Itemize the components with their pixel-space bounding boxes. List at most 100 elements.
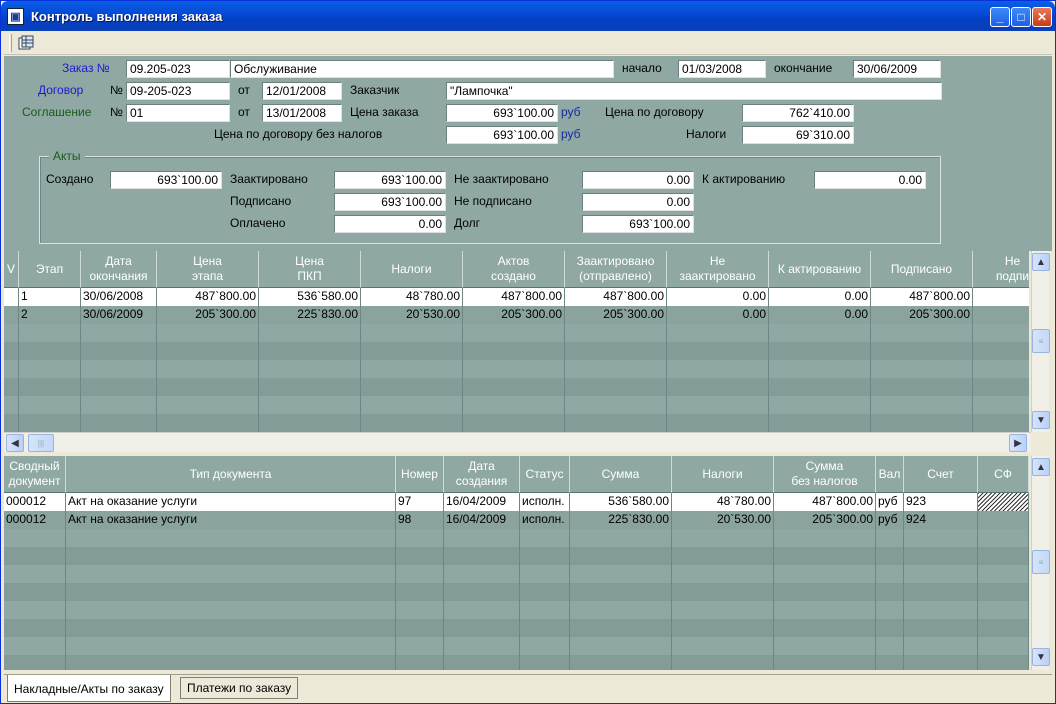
stages-header-10[interactable]: Подписано xyxy=(871,251,973,288)
acts-activated-field[interactable]: 693`100.00 xyxy=(334,171,446,189)
stages-cell[interactable]: 0.00 xyxy=(667,306,769,324)
acts-paid-field[interactable]: 0.00 xyxy=(334,215,446,233)
contract-date-field[interactable]: 12/01/2008 xyxy=(262,82,342,100)
docs-cell[interactable]: 225`830.00 xyxy=(570,511,672,529)
docs-scroll-up-icon[interactable]: ▲ xyxy=(1032,458,1050,476)
stages-table-row[interactable]: 1 30/06/2008 487`800.00 536`580.00 48`780.00… xyxy=(4,288,1029,306)
scroll-down-icon[interactable]: ▼ xyxy=(1032,411,1050,429)
close-button[interactable]: ✕ xyxy=(1032,7,1052,27)
stages-cell[interactable] xyxy=(973,306,1029,324)
docs-header-5[interactable]: Сумма xyxy=(570,456,672,493)
stages-cell[interactable]: 205`300.00 xyxy=(871,306,973,324)
stages-header-2[interactable]: Дата окончания xyxy=(81,251,157,288)
docs-header-2[interactable]: Номер xyxy=(396,456,444,493)
docs-header-9[interactable]: Счет xyxy=(904,456,978,493)
docs-cell[interactable]: исполн. xyxy=(520,511,570,529)
acts-signed-field[interactable]: 693`100.00 xyxy=(334,193,446,211)
docs-cell[interactable]: руб xyxy=(876,493,904,511)
docs-header-4[interactable]: Статус xyxy=(520,456,570,493)
order-name-field[interactable]: Обслуживание xyxy=(230,60,614,78)
stages-cell[interactable]: 0.00 xyxy=(667,288,769,306)
docs-cell[interactable]: 205`300.00 xyxy=(774,511,876,529)
docs-cell[interactable]: 487`800.00 xyxy=(774,493,876,511)
docs-cell[interactable]: 16/04/2009 xyxy=(444,493,520,511)
stages-cell[interactable]: 0.00 xyxy=(769,306,871,324)
docs-cell[interactable]: руб xyxy=(876,511,904,529)
docs-cell[interactable]: 97 xyxy=(396,493,444,511)
docs-table-row[interactable]: 000012 Акт на оказание услуги 98 16/04/2009… xyxy=(4,511,1029,529)
docs-cell[interactable]: 98 xyxy=(396,511,444,529)
scroll-left-icon[interactable]: ◀ xyxy=(6,434,24,452)
stages-cell[interactable]: 487`800.00 xyxy=(157,288,259,306)
stages-cell[interactable]: 48`780.00 xyxy=(361,288,463,306)
title-bar[interactable]: ▣ Контроль выполнения заказа _ □ ✕ xyxy=(1,1,1055,31)
docs-cell[interactable]: 924 xyxy=(904,511,978,529)
stages-header-6[interactable]: Актов создано xyxy=(463,251,565,288)
contract-number-field[interactable]: 09-205-023 xyxy=(126,82,230,100)
stages-cell[interactable]: 536`580.00 xyxy=(259,288,361,306)
stages-cell[interactable]: 487`800.00 xyxy=(871,288,973,306)
order-number-field[interactable]: 09.205-023 xyxy=(126,60,230,78)
docs-cell[interactable] xyxy=(978,493,1029,511)
acts-to-activate-field[interactable]: 0.00 xyxy=(814,171,926,189)
docs-cell[interactable]: исполн. xyxy=(520,493,570,511)
docs-cell[interactable]: 923 xyxy=(904,493,978,511)
start-date-field[interactable]: 01/03/2008 xyxy=(678,60,766,78)
tab-invoices-acts[interactable]: Накладные/Акты по заказу xyxy=(7,675,171,702)
h-scroll-thumb[interactable]: ||| xyxy=(28,434,54,452)
stages-cell[interactable]: 0.00 xyxy=(769,288,871,306)
stages-cell[interactable]: 205`300.00 xyxy=(565,306,667,324)
stages-cell[interactable]: 2 xyxy=(19,306,81,324)
docs-header-8[interactable]: Вал xyxy=(876,456,904,493)
contract-price-field[interactable]: 762`410.00 xyxy=(742,104,854,122)
stages-header-1[interactable]: Этап xyxy=(19,251,81,288)
docs-header-1[interactable]: Тип документа xyxy=(66,456,396,493)
stages-header-8[interactable]: Не заактировано xyxy=(667,251,769,288)
docs-cell[interactable]: Акт на оказание услуги xyxy=(66,511,396,529)
stages-cell[interactable]: 225`830.00 xyxy=(259,306,361,324)
stages-grid[interactable]: V Этап Дата окончания Цена этапа Цена ПКП Нал… xyxy=(4,251,1029,432)
stages-cell[interactable]: 487`800.00 xyxy=(565,288,667,306)
stages-cell[interactable]: 20`530.00 xyxy=(361,306,463,324)
scroll-right-icon[interactable]: ▶ xyxy=(1009,434,1027,452)
stages-header-0[interactable]: V xyxy=(4,251,19,288)
stages-cell[interactable] xyxy=(4,306,19,324)
acts-not-activated-field[interactable]: 0.00 xyxy=(582,171,694,189)
stages-cell[interactable]: 1 xyxy=(19,288,81,306)
docs-scroll-down-icon[interactable]: ▼ xyxy=(1032,648,1050,666)
stages-cell[interactable] xyxy=(973,288,1029,306)
order-price-field[interactable]: 693`100.00 xyxy=(446,104,558,122)
tab-payments[interactable]: Платежи по заказу xyxy=(180,677,299,699)
stages-cell[interactable]: 205`300.00 xyxy=(463,306,565,324)
docs-header-0[interactable]: Сводный документ xyxy=(4,456,66,493)
stages-header-7[interactable]: Заактировано (отправлено) xyxy=(565,251,667,288)
docs-cell[interactable]: 536`580.00 xyxy=(570,493,672,511)
stages-cell[interactable]: 205`300.00 xyxy=(157,306,259,324)
acts-debt-field[interactable]: 693`100.00 xyxy=(582,215,694,233)
docs-header-10[interactable]: СФ xyxy=(978,456,1029,493)
stages-table-row[interactable]: 2 30/06/2009 205`300.00 225`830.00 20`530.00… xyxy=(4,306,1029,324)
docs-table-row[interactable]: 000012 Акт на оказание услуги 97 16/04/2009… xyxy=(4,493,1029,511)
acts-created-field[interactable]: 693`100.00 xyxy=(110,171,222,189)
stages-cell[interactable] xyxy=(4,288,19,306)
docs-cell[interactable]: Акт на оказание услуги xyxy=(66,493,396,511)
docs-cell[interactable]: 20`530.00 xyxy=(672,511,774,529)
docs-header-3[interactable]: Дата создания xyxy=(444,456,520,493)
agreement-date-field[interactable]: 13/01/2008 xyxy=(262,104,342,122)
acts-not-signed-field[interactable]: 0.00 xyxy=(582,193,694,211)
docs-cell[interactable]: 16/04/2009 xyxy=(444,511,520,529)
scroll-up-icon[interactable]: ▲ xyxy=(1032,253,1050,271)
docs-cell[interactable] xyxy=(978,511,1029,529)
docs-header-6[interactable]: Налоги xyxy=(672,456,774,493)
documents-vertical-scrollbar[interactable]: ▲ ≡ ▼ xyxy=(1031,456,1050,670)
toolbar-grip[interactable] xyxy=(9,34,12,52)
taxes-field[interactable]: 69`310.00 xyxy=(742,126,854,144)
docs-header-7[interactable]: Сумма без налогов xyxy=(774,456,876,493)
end-date-field[interactable]: 30/06/2009 xyxy=(853,60,941,78)
stages-header-5[interactable]: Налоги xyxy=(361,251,463,288)
grid-icon[interactable] xyxy=(16,34,36,52)
customer-field[interactable]: "Лампочка" xyxy=(446,82,942,100)
contract-price-notax-field[interactable]: 693`100.00 xyxy=(446,126,558,144)
scroll-thumb[interactable]: ≡ xyxy=(1032,329,1050,353)
stages-cell[interactable]: 30/06/2009 xyxy=(81,306,157,324)
